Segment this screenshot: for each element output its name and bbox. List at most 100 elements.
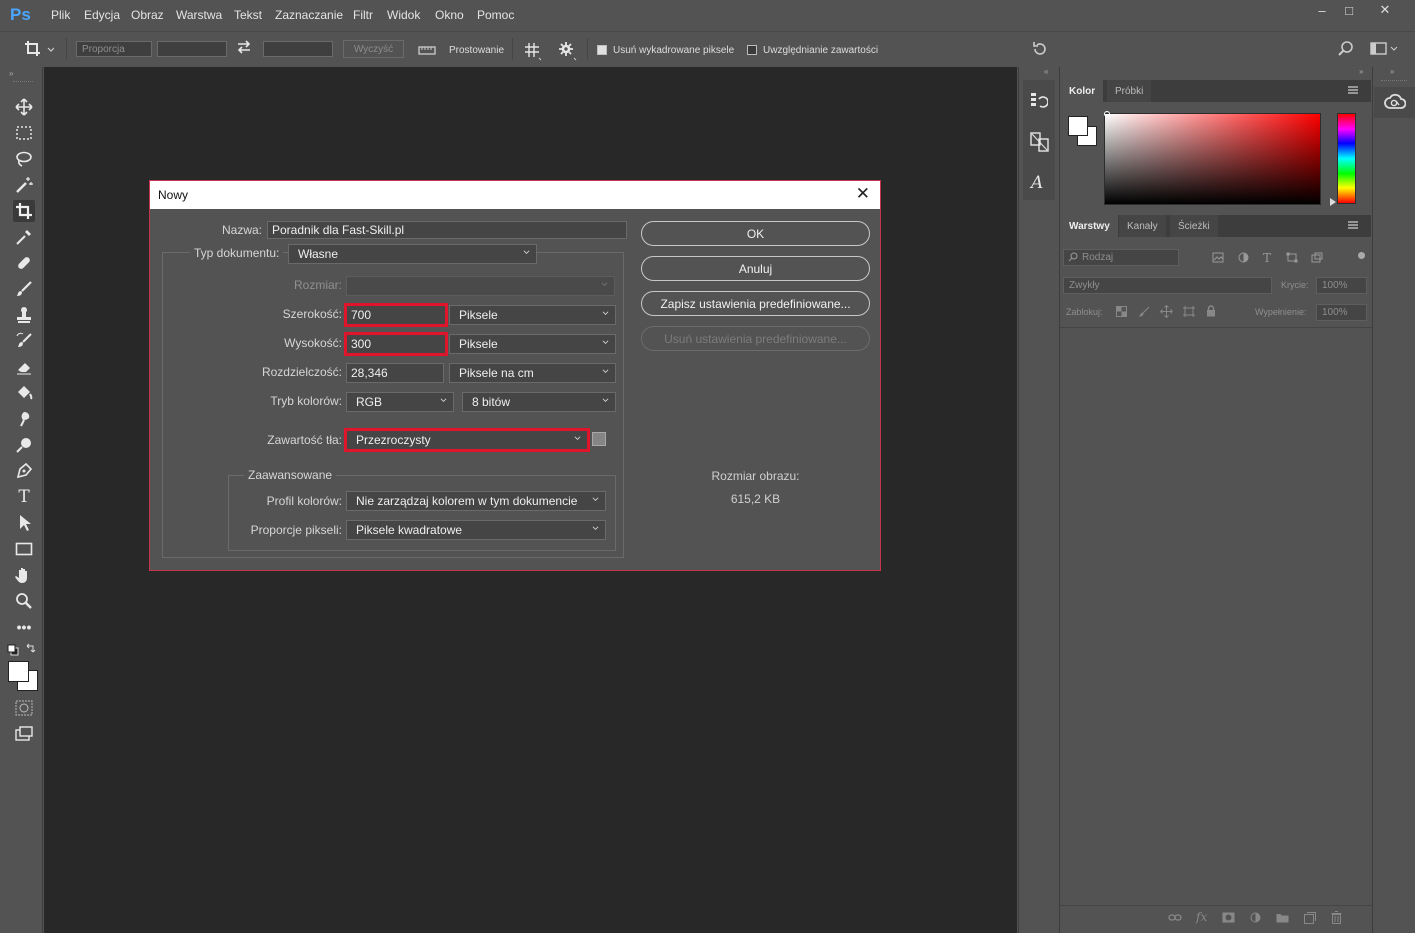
menu-edit[interactable]: Edycja	[84, 8, 120, 22]
lock-position-icon[interactable]	[1160, 305, 1173, 318]
collapse-icon[interactable]: »	[9, 69, 13, 78]
hue-slider-handle[interactable]	[1330, 198, 1336, 206]
resolution-input[interactable]: 28,346	[346, 363, 444, 383]
history-panel-icon[interactable]	[1030, 91, 1048, 109]
content-aware-label[interactable]: Uwzględnianie zawartości	[763, 45, 878, 56]
character-panel-icon[interactable]: A	[1031, 173, 1043, 193]
magic-wand-tool-icon[interactable]	[13, 174, 35, 196]
crop-tool-icon[interactable]	[13, 200, 35, 222]
menu-view[interactable]: Widok	[387, 8, 420, 22]
close-window-button[interactable]: ✕	[1368, 0, 1402, 20]
new-layer-icon[interactable]	[1304, 912, 1316, 924]
adjustment-layer-icon[interactable]	[1250, 912, 1261, 923]
save-preset-button[interactable]: Zapisz ustawienia predefiniowane...	[641, 291, 870, 316]
paint-bucket-tool-icon[interactable]	[13, 382, 35, 404]
close-icon[interactable]: ✕	[856, 184, 870, 204]
marquee-tool-icon[interactable]	[13, 122, 35, 144]
menu-help[interactable]: Pomoc	[477, 8, 514, 22]
more-tools-icon[interactable]: •••	[13, 616, 35, 638]
path-selection-tool-icon[interactable]	[13, 512, 35, 534]
move-tool-icon[interactable]	[13, 96, 35, 118]
doc-type-select[interactable]: Własne	[288, 244, 537, 264]
resolution-unit-select[interactable]: Piksele na cm	[449, 363, 616, 383]
dodge-tool-icon[interactable]	[13, 434, 35, 456]
menu-layer[interactable]: Warstwa	[176, 8, 222, 22]
collapse-icon[interactable]: »	[1359, 67, 1363, 76]
reset-icon[interactable]	[1031, 40, 1049, 58]
menu-select[interactable]: Zaznaczanie	[275, 8, 343, 22]
quick-mask-icon[interactable]	[13, 697, 35, 719]
rectangle-tool-icon[interactable]	[13, 538, 35, 560]
width-unit-select[interactable]: Piksele	[449, 305, 616, 325]
menu-window[interactable]: Okno	[435, 8, 464, 22]
advanced-legend[interactable]: Zaawansowane	[244, 468, 337, 482]
content-aware-checkbox[interactable]	[747, 45, 757, 55]
maximize-button[interactable]: □	[1332, 0, 1366, 20]
menu-type[interactable]: Tekst	[234, 8, 262, 22]
ok-button[interactable]: OK	[641, 221, 870, 246]
lock-all-icon[interactable]	[1206, 305, 1216, 317]
filter-shape-icon[interactable]	[1286, 252, 1298, 263]
lock-pixels-icon[interactable]	[1139, 306, 1150, 317]
bit-depth-select[interactable]: 8 bitów	[462, 392, 616, 412]
color-profile-select[interactable]: Nie zarządzaj kolorem w tym dokumencie	[346, 491, 606, 511]
hand-tool-icon[interactable]	[13, 564, 35, 586]
cancel-button[interactable]: Anuluj	[641, 256, 870, 281]
new-group-icon[interactable]	[1276, 912, 1289, 923]
properties-panel-icon[interactable]	[1030, 132, 1050, 152]
straighten-label[interactable]: Prostowanie	[449, 45, 504, 56]
collapse-icon[interactable]: «	[1044, 67, 1048, 76]
color-field[interactable]	[1104, 113, 1321, 205]
width-input[interactable]: 700	[344, 303, 448, 327]
swap-colors-icon[interactable]	[25, 643, 37, 655]
blend-mode-select[interactable]: Zwykły	[1063, 277, 1272, 294]
dialog-titlebar[interactable]: Nowy ✕	[150, 181, 880, 209]
height-unit-select[interactable]: Piksele	[449, 334, 616, 354]
tab-color[interactable]: Kolor	[1061, 80, 1104, 102]
ratio-width-input[interactable]	[157, 41, 227, 57]
workspace-icon[interactable]	[1370, 41, 1398, 57]
pixel-aspect-select[interactable]: Piksele kwadratowe	[346, 520, 606, 540]
delete-layer-icon[interactable]	[1331, 911, 1342, 924]
clear-button[interactable]: Wyczyść	[343, 40, 404, 58]
eyedropper-tool-icon[interactable]	[13, 226, 35, 248]
color-picker-cursor[interactable]	[1104, 111, 1110, 117]
tab-swatches[interactable]: Próbki	[1107, 80, 1152, 102]
tab-layers[interactable]: Warstwy	[1061, 215, 1118, 237]
swap-icon[interactable]	[236, 39, 252, 55]
filter-pixel-icon[interactable]	[1212, 252, 1224, 263]
delete-cropped-checkbox[interactable]	[597, 45, 607, 55]
type-tool-icon[interactable]: T	[13, 486, 35, 508]
eraser-tool-icon[interactable]	[13, 356, 35, 378]
panel-grip[interactable]	[1381, 80, 1407, 81]
size-select[interactable]	[346, 276, 615, 296]
lasso-tool-icon[interactable]	[13, 148, 35, 170]
crop-tool-preset-icon[interactable]	[24, 40, 54, 58]
lock-transparent-icon[interactable]	[1116, 306, 1127, 317]
delete-cropped-label[interactable]: Usuń wykadrowane piksele	[613, 45, 734, 56]
clone-stamp-tool-icon[interactable]	[13, 304, 35, 326]
screen-mode-icon[interactable]	[13, 723, 35, 745]
layer-filter-select[interactable]: Rodzaj	[1063, 249, 1179, 266]
filter-type-icon[interactable]: T	[1263, 251, 1271, 265]
color-mode-select[interactable]: RGB	[346, 392, 454, 412]
background-color-swatch[interactable]	[592, 432, 606, 446]
grid-overlay-icon[interactable]	[523, 41, 543, 61]
background-select[interactable]: Przezroczysty	[344, 428, 590, 452]
filter-smart-object-icon[interactable]	[1311, 252, 1323, 263]
brush-tool-icon[interactable]	[13, 278, 35, 300]
opacity-input[interactable]: 100%	[1316, 277, 1367, 294]
collapse-icon[interactable]: »	[1390, 67, 1394, 76]
foreground-color-swatch[interactable]	[8, 661, 29, 682]
foreground-color-swatch[interactable]	[1068, 116, 1088, 136]
link-layers-icon[interactable]	[1168, 913, 1182, 923]
pen-tool-icon[interactable]	[13, 460, 35, 482]
menu-image[interactable]: Obraz	[131, 8, 164, 22]
menu-filter[interactable]: Filtr	[353, 8, 373, 22]
panel-menu-icon[interactable]	[1347, 85, 1359, 95]
libraries-panel-button[interactable]	[1374, 87, 1415, 118]
filter-adjustment-icon[interactable]	[1238, 252, 1249, 263]
straighten-icon[interactable]	[418, 44, 436, 56]
add-mask-icon[interactable]	[1222, 912, 1235, 923]
delete-preset-button[interactable]: Usuń ustawienia predefiniowane...	[641, 326, 870, 351]
